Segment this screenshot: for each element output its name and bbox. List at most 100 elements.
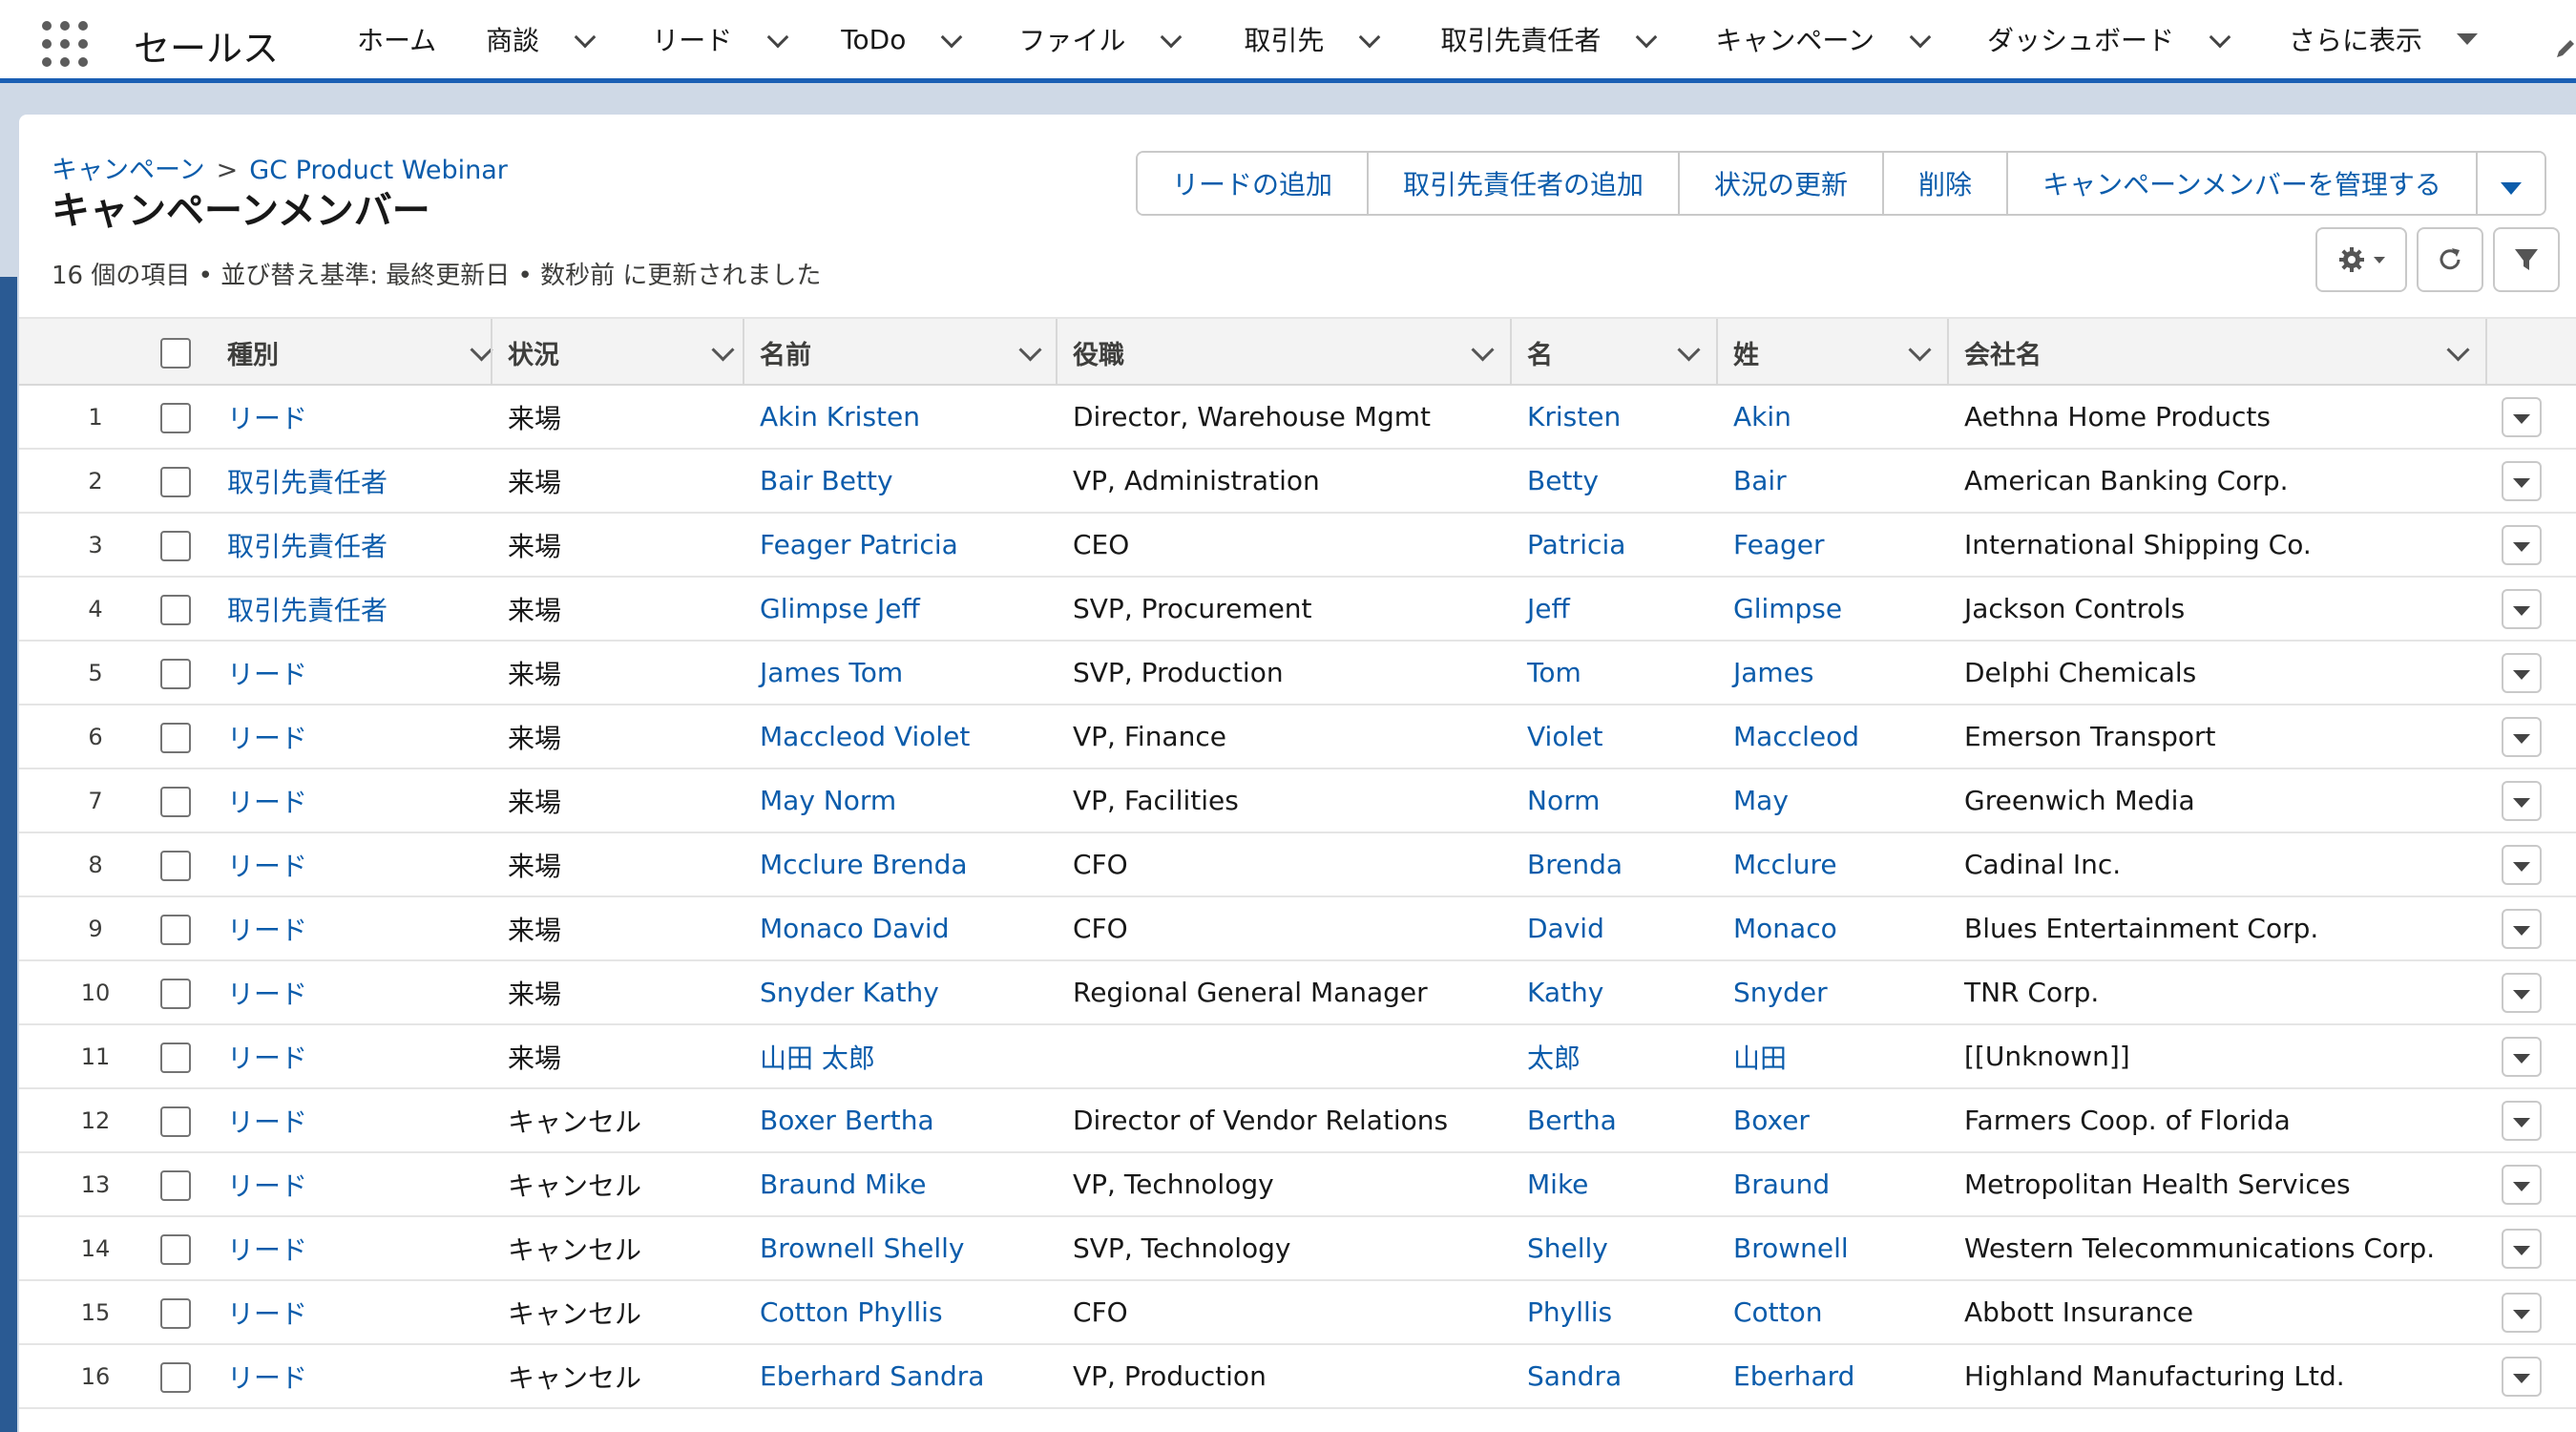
chevron-down-icon[interactable]: [1471, 338, 1495, 362]
row-actions-button[interactable]: [2502, 525, 2542, 565]
cell-name[interactable]: Akin Kristen: [760, 401, 920, 432]
row-actions-button[interactable]: [2502, 1357, 2542, 1397]
nav-item[interactable]: 取引先: [1244, 0, 1389, 78]
add-lead-button[interactable]: リードの追加: [1138, 153, 1370, 214]
cell-name[interactable]: Cotton Phyllis: [760, 1296, 943, 1328]
chevron-down-icon[interactable]: [2449, 30, 2487, 49]
column-header-name[interactable]: 名前: [744, 319, 1059, 386]
nav-item[interactable]: ファイル: [1018, 0, 1190, 78]
nav-item[interactable]: 商談: [486, 0, 604, 78]
row-checkbox[interactable]: [160, 723, 191, 753]
row-checkbox[interactable]: [160, 659, 191, 689]
cell-type[interactable]: リード: [227, 782, 307, 820]
row-actions-button[interactable]: [2502, 589, 2542, 629]
cell-last-name[interactable]: Eberhard: [1733, 1360, 1854, 1392]
chevron-down-icon[interactable]: [1018, 338, 1042, 362]
chevron-down-icon[interactable]: [566, 30, 604, 49]
chevron-down-icon[interactable]: [1351, 30, 1389, 49]
cell-name[interactable]: Monaco David: [760, 913, 949, 944]
row-checkbox[interactable]: [160, 851, 191, 881]
cell-last-name[interactable]: Mcclure: [1733, 849, 1837, 880]
more-actions-button[interactable]: [2477, 153, 2545, 214]
cell-type[interactable]: リード: [227, 718, 307, 756]
cell-last-name[interactable]: Monaco: [1733, 913, 1837, 944]
row-actions-button[interactable]: [2502, 909, 2542, 949]
cell-last-name[interactable]: James: [1733, 657, 1814, 688]
row-actions-button[interactable]: [2502, 717, 2542, 757]
column-header-first-name[interactable]: 名: [1512, 319, 1718, 386]
cell-last-name[interactable]: Braund: [1733, 1169, 1830, 1200]
cell-last-name[interactable]: Maccleod: [1733, 721, 1859, 752]
row-actions-button[interactable]: [2502, 461, 2542, 501]
row-actions-button[interactable]: [2502, 845, 2542, 885]
cell-first-name[interactable]: Shelly: [1527, 1232, 1608, 1264]
column-header-company[interactable]: 会社名: [1949, 319, 2487, 386]
row-checkbox[interactable]: [160, 467, 191, 497]
cell-last-name[interactable]: Boxer: [1733, 1105, 1810, 1136]
nav-item[interactable]: ToDo: [841, 0, 971, 78]
row-actions-button[interactable]: [2502, 1293, 2542, 1333]
nav-item[interactable]: キャンペーン: [1715, 0, 1939, 78]
chevron-down-icon[interactable]: [711, 338, 735, 362]
cell-type[interactable]: 取引先責任者: [227, 526, 387, 564]
cell-first-name[interactable]: Tom: [1527, 657, 1581, 688]
row-actions-button[interactable]: [2502, 1037, 2542, 1077]
cell-name[interactable]: Eberhard Sandra: [760, 1360, 984, 1392]
pencil-icon[interactable]: [2555, 38, 2576, 59]
row-actions-button[interactable]: [2502, 781, 2542, 821]
cell-name[interactable]: Braund Mike: [760, 1169, 926, 1200]
column-header-last-name[interactable]: 姓: [1718, 319, 1949, 386]
cell-type[interactable]: リード: [227, 910, 307, 948]
delete-button[interactable]: 削除: [1884, 153, 2009, 214]
cell-name[interactable]: Brownell Shelly: [760, 1232, 964, 1264]
row-checkbox[interactable]: [160, 915, 191, 945]
cell-first-name[interactable]: Kathy: [1527, 977, 1603, 1008]
cell-type[interactable]: 取引先責任者: [227, 590, 387, 628]
nav-item[interactable]: ダッシュボード: [1987, 0, 2239, 78]
row-checkbox[interactable]: [160, 1234, 191, 1265]
row-checkbox[interactable]: [160, 1298, 191, 1329]
cell-type[interactable]: リード: [227, 398, 307, 436]
cell-first-name[interactable]: Brenda: [1527, 849, 1623, 880]
cell-first-name[interactable]: Sandra: [1527, 1360, 1622, 1392]
update-status-button[interactable]: 状況の更新: [1680, 153, 1885, 214]
row-actions-button[interactable]: [2502, 653, 2542, 693]
row-checkbox[interactable]: [160, 531, 191, 561]
column-header-type[interactable]: 種別: [212, 319, 511, 386]
chevron-down-icon[interactable]: [1908, 338, 1932, 362]
cell-last-name[interactable]: May: [1733, 785, 1789, 816]
row-actions-button[interactable]: [2502, 1229, 2542, 1269]
nav-item[interactable]: 取引先責任者: [1440, 0, 1665, 78]
chevron-down-icon[interactable]: [1677, 338, 1701, 362]
cell-name[interactable]: James Tom: [760, 657, 903, 688]
cell-type[interactable]: リード: [227, 1038, 307, 1076]
row-checkbox[interactable]: [160, 403, 191, 433]
cell-type[interactable]: 取引先責任者: [227, 462, 387, 500]
add-contact-button[interactable]: 取引先責任者の追加: [1369, 153, 1681, 214]
cell-type[interactable]: リード: [227, 1358, 307, 1396]
cell-name[interactable]: 山田 太郎: [760, 1038, 875, 1076]
cell-first-name[interactable]: Bertha: [1527, 1105, 1617, 1136]
cell-first-name[interactable]: Patricia: [1527, 529, 1625, 560]
row-actions-button[interactable]: [2502, 1101, 2542, 1141]
cell-last-name[interactable]: Cotton: [1733, 1296, 1823, 1328]
row-checkbox[interactable]: [160, 1362, 191, 1393]
column-header-status[interactable]: 状況: [492, 319, 752, 386]
row-checkbox[interactable]: [160, 979, 191, 1009]
row-checkbox[interactable]: [160, 595, 191, 625]
cell-type[interactable]: リード: [227, 1294, 307, 1332]
cell-first-name[interactable]: Jeff: [1527, 593, 1570, 624]
waffle-icon[interactable]: [42, 21, 88, 67]
cell-first-name[interactable]: Kristen: [1527, 401, 1621, 432]
chevron-down-icon[interactable]: [1901, 30, 1939, 49]
cell-last-name[interactable]: Snyder: [1733, 977, 1828, 1008]
row-actions-button[interactable]: [2502, 1165, 2542, 1205]
chevron-down-icon[interactable]: [2201, 30, 2239, 49]
cell-first-name[interactable]: Betty: [1527, 465, 1599, 496]
row-actions-button[interactable]: [2502, 397, 2542, 437]
row-actions-button[interactable]: [2502, 973, 2542, 1013]
chevron-down-icon[interactable]: [470, 338, 493, 362]
cell-type[interactable]: リード: [227, 1102, 307, 1140]
chevron-down-icon[interactable]: [2446, 338, 2470, 362]
cell-type[interactable]: リード: [227, 974, 307, 1012]
